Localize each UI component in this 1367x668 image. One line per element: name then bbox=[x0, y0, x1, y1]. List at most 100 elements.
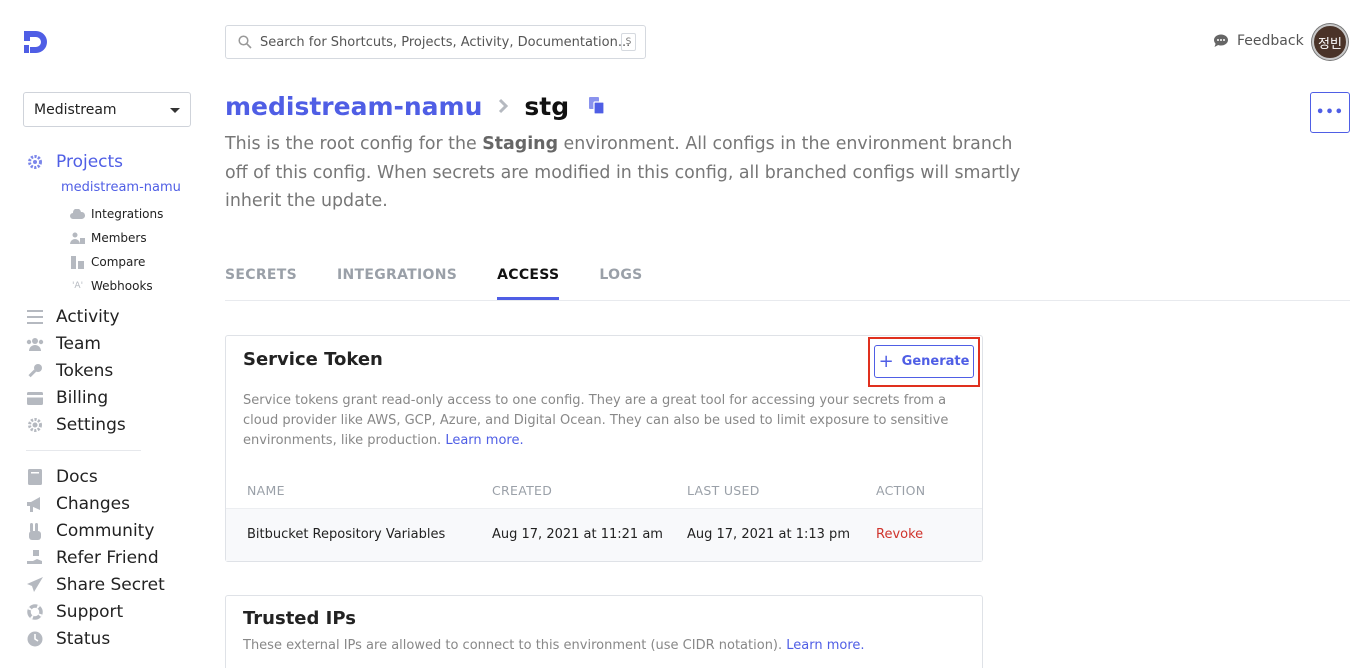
user-avatar[interactable]: 정빈 bbox=[1312, 24, 1348, 60]
trusted-ips-description: These external IPs are allowed to connec… bbox=[243, 636, 968, 656]
members-icon bbox=[70, 231, 85, 245]
sidebar-sub-integrations[interactable]: Integrations bbox=[70, 205, 163, 223]
credit-card-icon bbox=[26, 389, 44, 407]
service-token-card: Service Token + Generate Service tokens … bbox=[225, 335, 983, 562]
sidebar-item-label: Status bbox=[56, 629, 111, 649]
revoke-button[interactable]: Revoke bbox=[876, 527, 923, 542]
sidebar-item-projects[interactable]: Projects bbox=[26, 150, 123, 174]
sidebar-item-changes[interactable]: Changes bbox=[26, 492, 130, 516]
sidebar-item-billing[interactable]: Billing bbox=[26, 386, 108, 410]
service-token-description: Service tokens grant read-only access to… bbox=[243, 391, 968, 451]
workspace-select[interactable]: Medistream bbox=[23, 92, 191, 127]
learn-more-link[interactable]: Learn more. bbox=[445, 433, 523, 448]
ellipsis-icon: ••• bbox=[1316, 105, 1344, 120]
plus-icon: + bbox=[878, 350, 894, 372]
breadcrumb-config: stg bbox=[524, 91, 570, 121]
generate-button[interactable]: + Generate bbox=[874, 345, 974, 378]
table-header: NAME CREATED LAST USED ACTION bbox=[226, 476, 982, 506]
sidebar-item-label: Community bbox=[56, 521, 155, 541]
tabs-divider bbox=[225, 300, 1350, 301]
tab-secrets[interactable]: SECRETS bbox=[225, 264, 297, 300]
sidebar-item-label: Refer Friend bbox=[56, 548, 159, 568]
sidebar-item-label: Changes bbox=[56, 494, 130, 514]
copy-icon[interactable] bbox=[589, 97, 605, 115]
tab-access[interactable]: ACCESS bbox=[497, 264, 560, 300]
sidebar-item-label: Support bbox=[56, 602, 124, 622]
sidebar-item-label: Share Secret bbox=[56, 575, 165, 595]
token-created: Aug 17, 2021 at 11:21 am bbox=[492, 527, 663, 542]
sidebar-sub-webhooks[interactable]: 'A' Webhooks bbox=[70, 277, 153, 295]
search-icon bbox=[238, 35, 252, 49]
megaphone-icon bbox=[26, 495, 44, 513]
sidebar-sub-label: Webhooks bbox=[91, 279, 153, 293]
sidebar-item-label: Activity bbox=[56, 307, 120, 327]
sidebar-item-label: Team bbox=[56, 334, 101, 354]
sidebar-item-team[interactable]: Team bbox=[26, 332, 101, 356]
cog-icon bbox=[26, 416, 44, 434]
column-header-name: NAME bbox=[247, 483, 285, 498]
list-icon bbox=[26, 308, 44, 326]
column-header-created: CREATED bbox=[492, 483, 553, 498]
column-header-last-used: LAST USED bbox=[687, 483, 760, 498]
trusted-ips-card: Trusted IPs These external IPs are allow… bbox=[225, 595, 983, 668]
clock-icon bbox=[26, 630, 44, 648]
doppler-logo[interactable] bbox=[22, 28, 50, 56]
token-last-used: Aug 17, 2021 at 1:13 pm bbox=[687, 527, 850, 542]
feedback-button[interactable]: Feedback bbox=[1213, 32, 1304, 50]
sidebar-item-label: Billing bbox=[56, 388, 109, 408]
token-name: Bitbucket Repository Variables bbox=[247, 527, 446, 542]
sidebar-item-share-secret[interactable]: Share Secret bbox=[26, 573, 165, 597]
sidebar-sub-label: Compare bbox=[91, 255, 146, 269]
tab-logs[interactable]: LOGS bbox=[599, 264, 642, 300]
chevron-down-icon bbox=[170, 108, 180, 113]
sidebar-item-docs[interactable]: Docs bbox=[26, 465, 98, 489]
sidebar-item-activity[interactable]: Activity bbox=[26, 305, 120, 329]
trusted-ips-title: Trusted IPs bbox=[243, 608, 356, 629]
sidebar-item-support[interactable]: Support bbox=[26, 600, 123, 624]
sidebar-project-link[interactable]: medistream-namu bbox=[61, 180, 181, 195]
feedback-label: Feedback bbox=[1237, 33, 1304, 49]
config-description: This is the root config for the Staging … bbox=[225, 130, 1025, 216]
description-text: These external IPs are allowed to connec… bbox=[243, 638, 787, 653]
config-tabs: SECRETS INTEGRATIONS ACCESS LOGS bbox=[225, 264, 683, 300]
workspace-name: Medistream bbox=[34, 102, 117, 118]
team-icon bbox=[26, 335, 44, 353]
peace-hand-icon bbox=[26, 522, 44, 540]
more-options-button[interactable]: ••• bbox=[1310, 92, 1350, 133]
sidebar-sub-members[interactable]: Members bbox=[70, 229, 147, 247]
service-token-title: Service Token bbox=[243, 349, 383, 370]
search-placeholder: Search for Shortcuts, Projects, Activity… bbox=[260, 34, 631, 50]
sidebar-item-label: Settings bbox=[56, 415, 126, 435]
sidebar-item-settings[interactable]: Settings bbox=[26, 413, 126, 437]
sidebar-item-tokens[interactable]: Tokens bbox=[26, 359, 113, 383]
sidebar-item-label: Projects bbox=[56, 152, 124, 172]
table-row: Bitbucket Repository Variables Aug 17, 2… bbox=[226, 508, 982, 561]
cloud-icon bbox=[70, 207, 85, 221]
gift-hand-icon bbox=[26, 549, 44, 567]
learn-more-link[interactable]: Learn more. bbox=[786, 638, 864, 653]
chevron-right-icon bbox=[499, 98, 509, 114]
sidebar-item-label: Tokens bbox=[56, 361, 114, 381]
life-ring-icon bbox=[26, 603, 44, 621]
column-header-action: ACTION bbox=[876, 483, 926, 498]
sidebar-sub-label: Members bbox=[91, 231, 147, 245]
paper-plane-icon bbox=[26, 576, 44, 594]
generate-label: Generate bbox=[901, 354, 970, 369]
description-env: Staging bbox=[482, 134, 559, 154]
tab-integrations[interactable]: INTEGRATIONS bbox=[337, 264, 457, 300]
sidebar-sub-label: Integrations bbox=[91, 207, 164, 221]
breadcrumb-project[interactable]: medistream-namu bbox=[225, 92, 482, 121]
page-title: medistream-namu stg bbox=[225, 88, 605, 124]
description-text: Service tokens grant read-only access to… bbox=[243, 393, 949, 448]
webhook-icon: 'A' bbox=[71, 281, 84, 291]
sidebar-item-label: Docs bbox=[56, 467, 98, 487]
sidebar-divider bbox=[26, 450, 141, 451]
key-icon bbox=[26, 362, 44, 380]
sidebar-item-community[interactable]: Community bbox=[26, 519, 154, 543]
sidebar-sub-compare[interactable]: Compare bbox=[70, 253, 145, 271]
gear-icon bbox=[26, 153, 44, 171]
search-input[interactable]: Search for Shortcuts, Projects, Activity… bbox=[225, 25, 646, 59]
sidebar-item-status[interactable]: Status bbox=[26, 627, 110, 651]
sidebar-item-refer-friend[interactable]: Refer Friend bbox=[26, 546, 159, 570]
search-shortcut-key: S bbox=[621, 33, 636, 51]
